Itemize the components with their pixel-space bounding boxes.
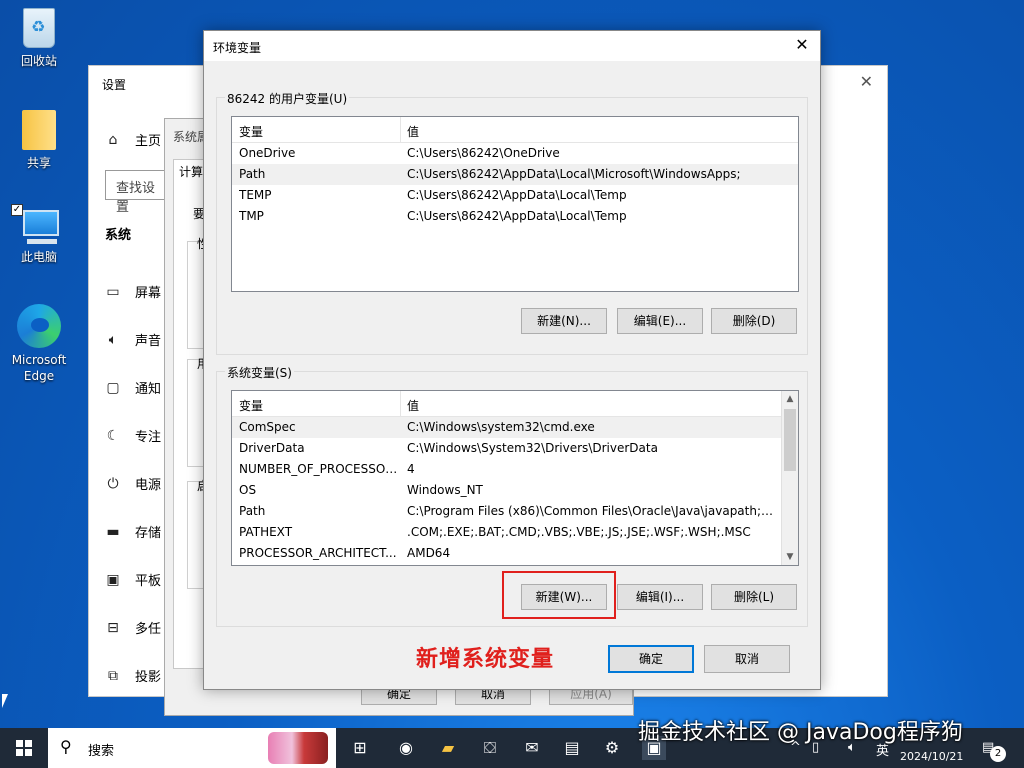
system-delete-button[interactable]: 删除(L) bbox=[711, 584, 797, 610]
edge-browser-icon bbox=[17, 304, 61, 348]
multitask-icon: ⊟ bbox=[107, 619, 119, 636]
settings-item-display[interactable]: ▭ 屏幕 bbox=[105, 282, 161, 302]
taskbar-search-placeholder: 搜索 bbox=[88, 744, 115, 759]
scroll-up-icon[interactable]: ▲ bbox=[782, 391, 798, 407]
table-row[interactable]: ComSpec C:\Windows\system32\cmd.exe bbox=[232, 417, 781, 438]
table-row[interactable]: OS Windows_NT bbox=[232, 480, 781, 501]
windows-logo-icon bbox=[16, 740, 32, 756]
start-button[interactable] bbox=[0, 728, 48, 768]
desktop-icon-edge[interactable]: Microsoft Edge bbox=[4, 304, 74, 384]
settings-item-notifications[interactable]: ▢ 通知 bbox=[105, 378, 161, 398]
gear-icon[interactable]: ⚙ bbox=[600, 736, 624, 760]
vertical-scrollbar[interactable]: ▲ ▼ bbox=[781, 391, 798, 565]
table-row[interactable]: NUMBER_OF_PROCESSORS 4 bbox=[232, 459, 781, 480]
computer-icon: ✓ bbox=[11, 204, 61, 244]
settings-item-power[interactable]: ⏻ 电源 bbox=[105, 474, 161, 494]
user-variables-list[interactable]: 变量 值 OneDrive C:\Users\86242\OneDrive Pat… bbox=[231, 116, 799, 292]
table-row[interactable]: Path C:\Users\86242\AppData\Local\Microso… bbox=[232, 164, 798, 185]
cancel-button[interactable]: 取消 bbox=[704, 645, 790, 673]
settings-item-multitasking[interactable]: ⊟ 多任 bbox=[105, 618, 161, 638]
file-explorer-icon[interactable]: ▰ bbox=[436, 736, 460, 760]
table-row[interactable]: OneDrive C:\Users\86242\OneDrive bbox=[232, 143, 798, 164]
power-icon: ⏻ bbox=[107, 475, 119, 492]
clock-date[interactable]: 2024/10/21 bbox=[900, 750, 963, 763]
user-delete-button[interactable]: 删除(D) bbox=[711, 308, 797, 334]
edge-taskbar-icon[interactable]: ◉ bbox=[394, 736, 418, 760]
store-icon[interactable]: ⛋ bbox=[478, 736, 502, 760]
desktop-icon-label: 共享 bbox=[26, 156, 51, 170]
notification-icon: ▢ bbox=[106, 379, 120, 396]
system-variables-label: 系统变量(S) bbox=[225, 364, 294, 381]
mail-icon[interactable]: ✉ bbox=[520, 736, 544, 760]
task-view-icon[interactable]: ⊞ bbox=[348, 736, 372, 760]
storage-icon: ▬ bbox=[106, 523, 120, 540]
desktop-icon-label: 回收站 bbox=[20, 54, 57, 68]
dialog-title: 环境变量 bbox=[213, 41, 262, 55]
table-row[interactable]: PATHEXT .COM;.EXE;.BAT;.CMD;.VBS;.VBE;.JS… bbox=[232, 522, 781, 543]
list-header: 变量 值 bbox=[232, 391, 781, 417]
scrollbar-thumb[interactable] bbox=[784, 409, 796, 471]
desktop-icon-share-folder[interactable]: 共享 bbox=[4, 110, 74, 171]
terminal-icon[interactable]: ▤ bbox=[560, 736, 584, 760]
dialog-titlebar: 环境变量 ✕ bbox=[204, 31, 820, 61]
folder-icon bbox=[22, 110, 56, 150]
column-header-variable[interactable]: 变量 bbox=[239, 397, 263, 414]
ok-button[interactable]: 确定 bbox=[608, 645, 694, 673]
table-row[interactable]: PROCESSOR_ARCHITECT... AMD64 bbox=[232, 543, 781, 564]
monitor-icon: ▭ bbox=[106, 283, 120, 300]
system-edit-button[interactable]: 编辑(I)... bbox=[617, 584, 703, 610]
settings-title: 设置 bbox=[102, 78, 127, 92]
notification-count-badge: 2 bbox=[990, 746, 1006, 762]
user-variables-label: 86242 的用户变量(U) bbox=[225, 90, 350, 107]
checkbox-icon: ✓ bbox=[11, 204, 23, 216]
close-icon[interactable]: ✕ bbox=[792, 35, 812, 55]
recycle-bin-icon bbox=[23, 8, 55, 48]
desktop-icon-recycle-bin[interactable]: 回收站 bbox=[4, 8, 74, 69]
column-header-variable[interactable]: 变量 bbox=[239, 123, 263, 140]
highlight-box bbox=[502, 571, 616, 619]
settings-home[interactable]: ⌂ 主页 bbox=[105, 130, 161, 150]
user-new-button[interactable]: 新建(N)... bbox=[521, 308, 607, 334]
home-icon: ⌂ bbox=[108, 131, 118, 148]
column-header-value[interactable]: 值 bbox=[407, 123, 419, 140]
project-icon: ⧉ bbox=[108, 667, 118, 684]
watermark-text: 掘金技术社区 @ JavaDog程序狗 bbox=[638, 720, 963, 745]
moon-icon: ☾ bbox=[106, 427, 120, 444]
mouse-cursor-icon bbox=[2, 694, 8, 708]
table-row[interactable]: Path C:\Program Files (x86)\Common Files\… bbox=[232, 501, 781, 522]
close-icon[interactable]: ✕ bbox=[860, 72, 873, 91]
speaker-icon: 🔈︎ bbox=[108, 331, 118, 348]
desktop-icon-label: Microsoft Edge bbox=[11, 353, 67, 383]
table-row[interactable]: TEMP C:\Users\86242\AppData\Local\Temp bbox=[232, 185, 798, 206]
annotation-text: 新增系统变量 bbox=[416, 647, 555, 672]
search-icon: ⚲ bbox=[60, 737, 72, 756]
user-variables-group: 86242 的用户变量(U) 变量 值 OneDrive C:\Users\862… bbox=[216, 90, 808, 355]
user-edit-button[interactable]: 编辑(E)... bbox=[617, 308, 703, 334]
scroll-down-icon[interactable]: ▼ bbox=[782, 549, 798, 565]
search-highlight-image bbox=[268, 732, 328, 764]
tablet-icon: ▣ bbox=[106, 571, 120, 588]
desktop-icon-this-pc[interactable]: ✓ 此电脑 bbox=[4, 204, 74, 265]
table-row[interactable]: TMP C:\Users\86242\AppData\Local\Temp bbox=[232, 206, 798, 227]
settings-item-sound[interactable]: 🔈︎ 声音 bbox=[105, 330, 161, 350]
list-header: 变量 值 bbox=[232, 117, 798, 143]
taskbar-search-box[interactable]: ⚲ 搜索 bbox=[48, 728, 336, 768]
settings-item-storage[interactable]: ▬ 存储 bbox=[105, 522, 161, 542]
system-variables-list[interactable]: 变量 值 ComSpec C:\Windows\system32\cmd.exe … bbox=[231, 390, 799, 566]
settings-item-focus[interactable]: ☾ 专注 bbox=[105, 426, 161, 446]
settings-section-system: 系统 bbox=[105, 228, 132, 243]
table-row[interactable]: DriverData C:\Windows\System32\Drivers\Dr… bbox=[232, 438, 781, 459]
desktop-icon-label: 此电脑 bbox=[20, 250, 57, 264]
column-header-value[interactable]: 值 bbox=[407, 397, 419, 414]
environment-variables-dialog: 环境变量 ✕ 86242 的用户变量(U) 变量 值 OneDrive C:\Us… bbox=[203, 30, 821, 690]
settings-item-tablet[interactable]: ▣ 平板 bbox=[105, 570, 161, 590]
settings-item-projecting[interactable]: ⧉ 投影 bbox=[105, 666, 161, 686]
